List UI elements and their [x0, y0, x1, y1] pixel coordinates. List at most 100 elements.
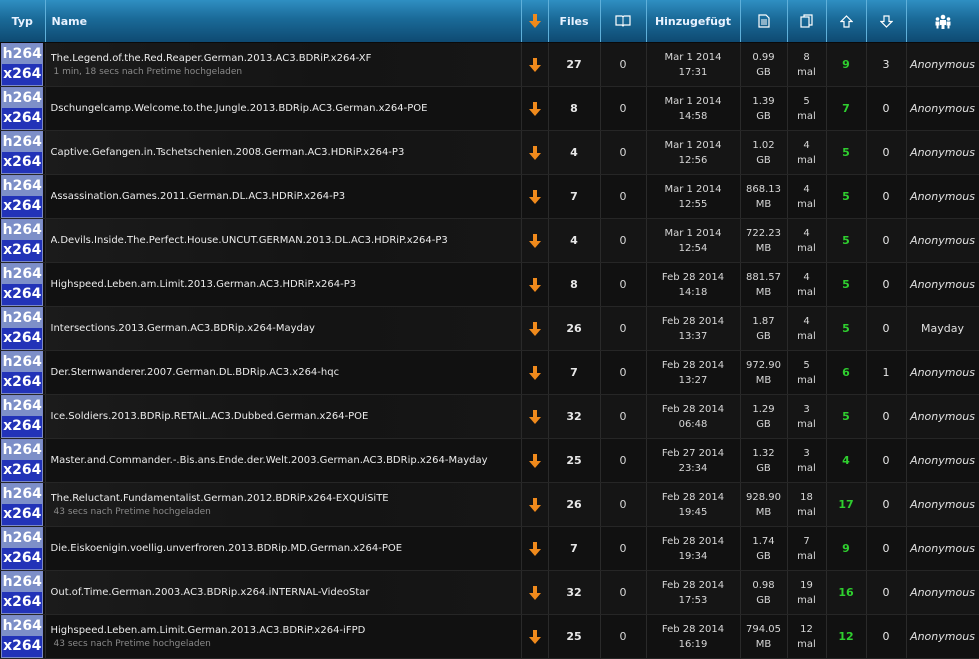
table-row[interactable]: h264 x264 Master.and.Commander.-.Bis.ans.E…: [0, 438, 979, 483]
torrent-name-link[interactable]: Out.of.Time.German.2003.AC3.BDRip.x264.i…: [51, 587, 521, 598]
download-arrow-icon[interactable]: [528, 189, 541, 204]
seeders-count[interactable]: 5: [826, 130, 867, 175]
table-row[interactable]: h264 x264 Dschungelcamp.Welcome.to.the.Jun…: [0, 86, 979, 131]
download-arrow-icon[interactable]: [528, 277, 541, 292]
header-typ[interactable]: Typ: [0, 0, 46, 43]
comments-count[interactable]: 0: [600, 394, 647, 439]
download-cell[interactable]: [521, 218, 549, 263]
table-row[interactable]: h264 x264 Captive.Gefangen.in.Tschetscheni…: [0, 130, 979, 175]
download-arrow-icon[interactable]: [528, 541, 541, 556]
category-cell[interactable]: h264 x264: [0, 614, 46, 659]
torrent-name-link[interactable]: Master.and.Commander.-.Bis.ans.Ende.der.…: [51, 455, 521, 466]
leechers-count[interactable]: 0: [866, 86, 907, 131]
table-row[interactable]: h264 x264 Assassination.Games.2011.German.…: [0, 174, 979, 219]
comments-count[interactable]: 0: [600, 174, 647, 219]
download-cell[interactable]: [521, 42, 549, 87]
header-snatched[interactable]: [787, 0, 827, 43]
seeders-count[interactable]: 4: [826, 438, 867, 483]
seeders-count[interactable]: 5: [826, 262, 867, 307]
leechers-count[interactable]: 0: [866, 262, 907, 307]
category-cell[interactable]: h264 x264: [0, 130, 46, 175]
comments-count[interactable]: 0: [600, 42, 647, 87]
download-cell[interactable]: [521, 350, 549, 395]
leechers-count[interactable]: 0: [866, 526, 907, 571]
header-name[interactable]: Name: [45, 0, 522, 43]
torrent-name-link[interactable]: Die.Eiskoenigin.voellig.unverfroren.2013…: [51, 543, 521, 554]
category-badge-icon[interactable]: h264 x264: [1, 263, 44, 306]
download-cell[interactable]: [521, 526, 549, 571]
download-arrow-icon[interactable]: [528, 233, 541, 248]
header-size[interactable]: [740, 0, 788, 43]
leechers-count[interactable]: 0: [866, 130, 907, 175]
seeders-count[interactable]: 5: [826, 306, 867, 351]
comments-count[interactable]: 0: [600, 262, 647, 307]
files-count[interactable]: 25: [548, 438, 601, 483]
files-count[interactable]: 32: [548, 570, 601, 615]
table-row[interactable]: h264 x264 A.Devils.Inside.The.Perfect.Hous…: [0, 218, 979, 263]
category-badge-icon[interactable]: h264 x264: [1, 87, 44, 130]
category-cell[interactable]: h264 x264: [0, 526, 46, 571]
torrent-name-link[interactable]: The.Legend.of.the.Red.Reaper.German.2013…: [51, 53, 521, 64]
category-cell[interactable]: h264 x264: [0, 482, 46, 527]
table-row[interactable]: h264 x264 Highspeed.Leben.am.Limit.German.…: [0, 614, 979, 659]
download-arrow-icon[interactable]: [528, 57, 541, 72]
table-row[interactable]: h264 x264 Ice.Soldiers.2013.BDRip.RETAiL.A…: [0, 394, 979, 439]
category-cell[interactable]: h264 x264: [0, 262, 46, 307]
download-cell[interactable]: [521, 570, 549, 615]
download-arrow-icon[interactable]: [528, 453, 541, 468]
files-count[interactable]: 8: [548, 262, 601, 307]
comments-count[interactable]: 0: [600, 482, 647, 527]
seeders-count[interactable]: 5: [826, 394, 867, 439]
files-count[interactable]: 25: [548, 614, 601, 659]
leechers-count[interactable]: 0: [866, 306, 907, 351]
header-seeders[interactable]: [826, 0, 867, 43]
category-badge-icon[interactable]: h264 x264: [1, 615, 44, 658]
seeders-count[interactable]: 5: [826, 218, 867, 263]
download-arrow-icon[interactable]: [528, 409, 541, 424]
leechers-count[interactable]: 0: [866, 394, 907, 439]
seeders-count[interactable]: 9: [826, 526, 867, 571]
category-badge-icon[interactable]: h264 x264: [1, 483, 44, 526]
leechers-count[interactable]: 3: [866, 42, 907, 87]
comments-count[interactable]: 0: [600, 614, 647, 659]
torrent-name-link[interactable]: Captive.Gefangen.in.Tschetschenien.2008.…: [51, 147, 521, 158]
files-count[interactable]: 27: [548, 42, 601, 87]
category-cell[interactable]: h264 x264: [0, 86, 46, 131]
category-badge-icon[interactable]: h264 x264: [1, 307, 44, 350]
leechers-count[interactable]: 0: [866, 570, 907, 615]
torrent-name-link[interactable]: Ice.Soldiers.2013.BDRip.RETAiL.AC3.Dubbe…: [51, 411, 521, 422]
torrent-name-link[interactable]: Der.Sternwanderer.2007.German.DL.BDRip.A…: [51, 367, 521, 378]
download-cell[interactable]: [521, 174, 549, 219]
files-count[interactable]: 26: [548, 306, 601, 351]
leechers-count[interactable]: 0: [866, 482, 907, 527]
download-arrow-icon[interactable]: [528, 145, 541, 160]
download-arrow-icon[interactable]: [528, 101, 541, 116]
header-files[interactable]: Files: [548, 0, 601, 43]
table-row[interactable]: h264 x264 Intersections.2013.German.AC3.BD…: [0, 306, 979, 351]
torrent-name-link[interactable]: A.Devils.Inside.The.Perfect.House.UNCUT.…: [51, 235, 521, 246]
table-row[interactable]: h264 x264 Highspeed.Leben.am.Limit.2013.Ge…: [0, 262, 979, 307]
category-badge-icon[interactable]: h264 x264: [1, 43, 44, 86]
download-arrow-icon[interactable]: [528, 321, 541, 336]
torrent-name-link[interactable]: Dschungelcamp.Welcome.to.the.Jungle.2013…: [51, 103, 521, 114]
seeders-count[interactable]: 17: [826, 482, 867, 527]
category-cell[interactable]: h264 x264: [0, 570, 46, 615]
files-count[interactable]: 26: [548, 482, 601, 527]
table-row[interactable]: h264 x264 Out.of.Time.German.2003.AC3.BDRi…: [0, 570, 979, 615]
comments-count[interactable]: 0: [600, 86, 647, 131]
comments-count[interactable]: 0: [600, 526, 647, 571]
torrent-name-link[interactable]: Assassination.Games.2011.German.DL.AC3.H…: [51, 191, 521, 202]
comments-count[interactable]: 0: [600, 438, 647, 483]
torrent-name-link[interactable]: Intersections.2013.German.AC3.BDRip.x264…: [51, 323, 521, 334]
files-count[interactable]: 8: [548, 86, 601, 131]
category-badge-icon[interactable]: h264 x264: [1, 439, 44, 482]
seeders-count[interactable]: 7: [826, 86, 867, 131]
category-cell[interactable]: h264 x264: [0, 42, 46, 87]
table-row[interactable]: h264 x264 Der.Sternwanderer.2007.German.DL…: [0, 350, 979, 395]
category-badge-icon[interactable]: h264 x264: [1, 351, 44, 394]
table-row[interactable]: h264 x264 Die.Eiskoenigin.voellig.unverfro…: [0, 526, 979, 571]
leechers-count[interactable]: 0: [866, 174, 907, 219]
header-uploader[interactable]: [906, 0, 979, 43]
torrent-name-link[interactable]: Highspeed.Leben.am.Limit.2013.German.AC3…: [51, 279, 521, 290]
download-arrow-icon[interactable]: [528, 585, 541, 600]
